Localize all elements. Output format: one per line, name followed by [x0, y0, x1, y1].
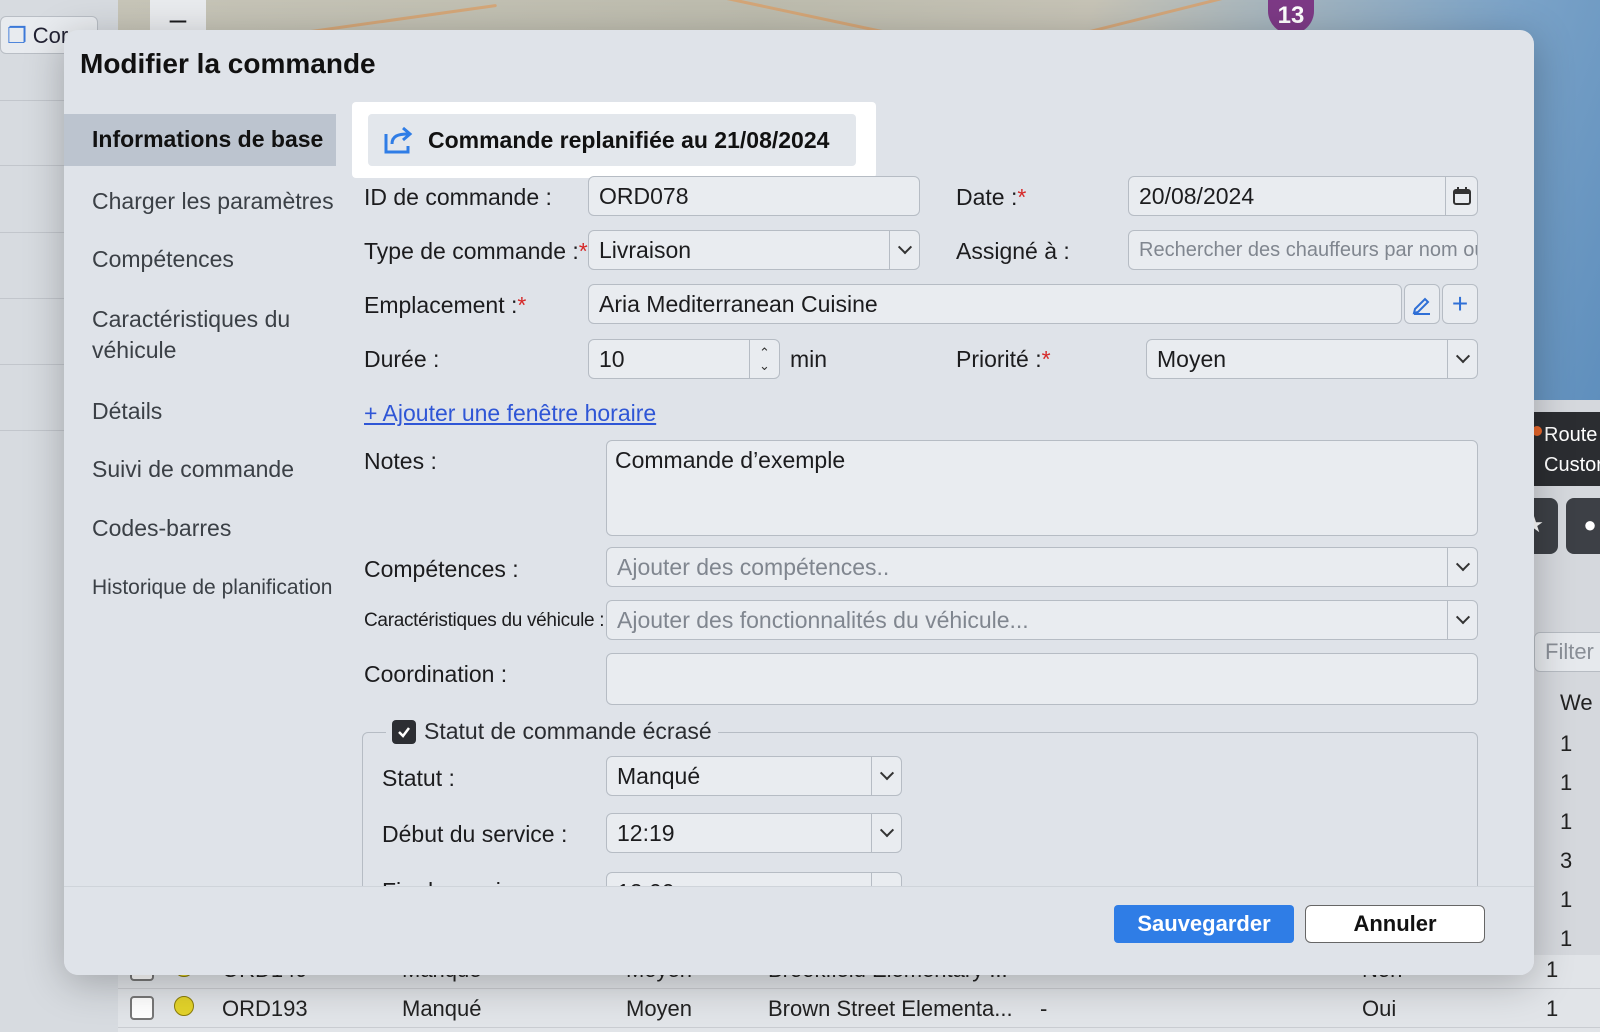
duration-unit: min [790, 346, 828, 372]
row-checkbox[interactable] [130, 996, 154, 1020]
assigned-label: Assigné à : [956, 238, 1070, 264]
bg-divider [0, 232, 64, 233]
banner-text: Commande replanifiée au 21/08/2024 [428, 126, 830, 153]
add-time-window-link[interactable]: + Ajouter une fenêtre horaire [364, 400, 656, 427]
checkbox-checked-icon[interactable] [392, 719, 416, 744]
column-value: 3 [1560, 848, 1573, 873]
column-value: 1 [1560, 770, 1573, 795]
table-row[interactable]: ORD193 Manqué Moyen Brown Street Element… [118, 990, 1600, 1028]
route-legend: Route Custor [1530, 412, 1600, 486]
chevron-down-icon [1447, 548, 1477, 586]
status-dot-icon [174, 996, 194, 1016]
edit-order-dialog: Modifier la commande Informations de bas… [64, 30, 1534, 975]
service-start-label: Début du service : [382, 821, 568, 847]
nav-item-barcodes[interactable]: Codes-barres [64, 513, 336, 544]
order-id-field[interactable]: ORD078 [588, 176, 920, 216]
location-label: Emplacement :* [364, 292, 527, 318]
bg-divider [0, 430, 64, 431]
column-value: 1 [1560, 731, 1573, 756]
comment-icon[interactable]: ● [1566, 498, 1600, 554]
priority-select[interactable]: Moyen [1146, 339, 1478, 379]
bg-divider [0, 364, 64, 365]
skills-label: Compétences : [364, 556, 519, 582]
save-button[interactable]: Sauvegarder [1114, 905, 1294, 943]
notes-label: Notes : [364, 448, 437, 474]
chevron-down-icon [1447, 340, 1477, 378]
service-start-select[interactable]: 12:19 [606, 813, 902, 853]
column-value: 1 [1560, 926, 1573, 951]
copy-icon: ❐ [7, 23, 27, 48]
duration-label: Durée : [364, 346, 440, 372]
calendar-icon[interactable] [1445, 177, 1477, 215]
nav-item-basic-info[interactable]: Informations de base [64, 114, 336, 166]
skills-select[interactable]: Ajouter des compétences.. [606, 547, 1478, 587]
rescheduled-banner: Commande replanifiée au 21/08/2024 [352, 102, 876, 178]
date-field[interactable]: 20/08/2024 [1128, 176, 1478, 216]
edit-location-button[interactable] [1404, 284, 1440, 324]
notes-textarea[interactable]: Commande d’exemple [606, 440, 1478, 536]
chevron-down-icon [871, 814, 901, 852]
status-label: Statut : [382, 765, 455, 791]
add-location-button[interactable]: + [1442, 284, 1478, 324]
bg-divider [0, 165, 64, 166]
chevron-down-icon [871, 757, 901, 795]
cancel-button[interactable]: Annuler [1305, 905, 1485, 943]
column-header: We [1560, 690, 1593, 715]
priority-label: Priorité :* [956, 346, 1051, 372]
coordination-field[interactable] [606, 653, 1478, 705]
order-id-label: ID de commande : [364, 184, 552, 210]
dialog-title: Modifier la commande [80, 48, 376, 79]
nav-item-vehicle-features[interactable]: Caractéristiques du véhicule [64, 304, 294, 366]
pencil-icon [1412, 297, 1430, 315]
duration-stepper[interactable]: 10 ⌃ ⌄ [588, 339, 780, 379]
bg-divider [0, 298, 64, 299]
order-type-label: Type de commande :* [364, 238, 588, 264]
nav-item-order-tracking[interactable]: Suivi de commande [64, 454, 336, 485]
stepper-arrows-icon[interactable]: ⌃ ⌄ [749, 340, 779, 378]
nav-item-skills[interactable]: Compétences [64, 244, 336, 275]
column-value: 1 [1560, 809, 1573, 834]
coordination-label: Coordination : [364, 661, 508, 687]
filter-input[interactable]: Filter [1534, 632, 1600, 672]
chevron-down-icon [889, 231, 919, 269]
location-field[interactable]: Aria Mediterranean Cuisine [588, 284, 1402, 324]
nav-item-planning-history[interactable]: Historique de planification [64, 572, 336, 603]
chevron-down-icon [1447, 601, 1477, 639]
vehicle-features-select[interactable]: Ajouter des fonctionnalités du véhicule.… [606, 600, 1478, 640]
status-select[interactable]: Manqué [606, 756, 902, 796]
assigned-driver-search[interactable]: Rechercher des chauffeurs par nom ou ser [1128, 230, 1478, 270]
column-value: 1 [1560, 887, 1573, 912]
date-label: Date :* [956, 184, 1027, 210]
nav-item-details[interactable]: Détails [64, 396, 336, 427]
dialog-footer: Sauvegarder Annuler [64, 886, 1534, 975]
order-type-select[interactable]: Livraison [588, 230, 920, 270]
reschedule-icon [384, 126, 413, 154]
plus-icon: + [1451, 288, 1469, 319]
vehicle-features-label: Caractéristiques du véhicule : [364, 610, 605, 631]
bg-divider [0, 100, 64, 101]
nav-item-load-params[interactable]: Charger les paramètres [64, 186, 336, 217]
status-override-toggle[interactable]: Statut de commande écrasé [386, 718, 718, 745]
